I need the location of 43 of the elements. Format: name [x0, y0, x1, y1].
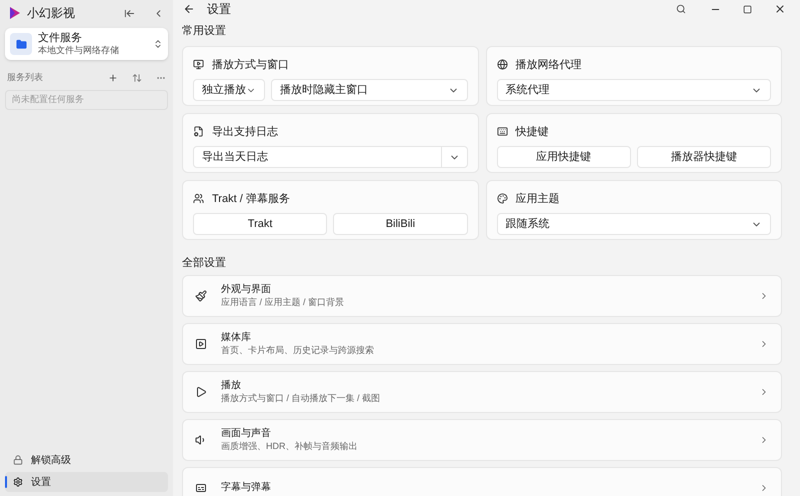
- dropdown[interactable]: 跟随系统: [496, 213, 771, 235]
- card-title: 应用主题: [516, 192, 560, 206]
- row-title: 字幕与弹幕: [221, 482, 272, 494]
- row-title: 画面与声音: [221, 428, 272, 441]
- section-heading: 全部设置: [182, 256, 227, 270]
- action-button[interactable]: Trakt: [193, 213, 328, 235]
- row-subtitle: 应用语言 / 应用主题 / 窗口背景: [221, 296, 346, 308]
- card-title: 播放网络代理: [516, 58, 582, 72]
- dropdown[interactable]: 独立播放: [193, 79, 265, 101]
- source-title: 文件服务: [38, 32, 83, 46]
- settings-row[interactable]: 外观与界面 应用语言 / 应用主题 / 窗口背景: [182, 275, 782, 317]
- action-button[interactable]: 播放器快捷键: [636, 146, 771, 168]
- source-subtitle: 本地文件与网络存储: [38, 45, 120, 56]
- row-title: 播放: [221, 380, 242, 393]
- nav-item[interactable]: 设置: [5, 472, 168, 492]
- nav-item[interactable]: 解锁高级: [5, 450, 168, 470]
- action-button[interactable]: 应用快捷键: [496, 146, 631, 168]
- row-subtitle: 播放方式与窗口 / 自动播放下一集 / 截图: [221, 392, 382, 404]
- settings-row[interactable]: 媒体库 首页、卡片布局、历史记录与跨源搜索: [182, 323, 782, 365]
- row-title: 外观与界面: [221, 284, 272, 297]
- card-title: 播放方式与窗口: [212, 58, 289, 72]
- nav-label: 设置: [31, 476, 51, 490]
- section-heading: 常用设置: [182, 24, 227, 39]
- app-title: 小幻影视: [27, 5, 76, 22]
- split-dropdown[interactable]: 导出当天日志: [193, 146, 468, 168]
- settings-row[interactable]: 播放 播放方式与窗口 / 自动播放下一集 / 截图: [182, 371, 782, 413]
- dropdown[interactable]: 播放时隐藏主窗口: [271, 79, 468, 101]
- dropdown-label[interactable]: 导出当天日志: [194, 148, 440, 166]
- row-title: 媒体库: [221, 332, 252, 345]
- section-label: 服务列表: [7, 71, 44, 84]
- row-subtitle: 画质增强、HDR、补帧与音频输出: [221, 440, 358, 452]
- settings-row[interactable]: 字幕与弹幕: [182, 467, 782, 496]
- card-title: 导出支持日志: [212, 124, 278, 140]
- empty-list-text: 尚未配置任何服务: [12, 93, 84, 106]
- row-subtitle: 首页、卡片布局、历史记录与跨源搜索: [221, 344, 375, 356]
- page-title: 设置: [207, 1, 232, 18]
- nav-label: 解锁高级: [31, 454, 71, 468]
- action-button[interactable]: BiliBili: [333, 213, 468, 235]
- card-title: 快捷键: [516, 124, 548, 140]
- dropdown[interactable]: 系统代理: [496, 79, 771, 101]
- card-title: Trakt / 弹幕服务: [212, 192, 290, 206]
- settings-row[interactable]: 画面与声音 画质增强、HDR、补帧与音频输出: [182, 419, 782, 461]
- source-selector[interactable]: 文件服务 本地文件与网络存储: [5, 28, 168, 60]
